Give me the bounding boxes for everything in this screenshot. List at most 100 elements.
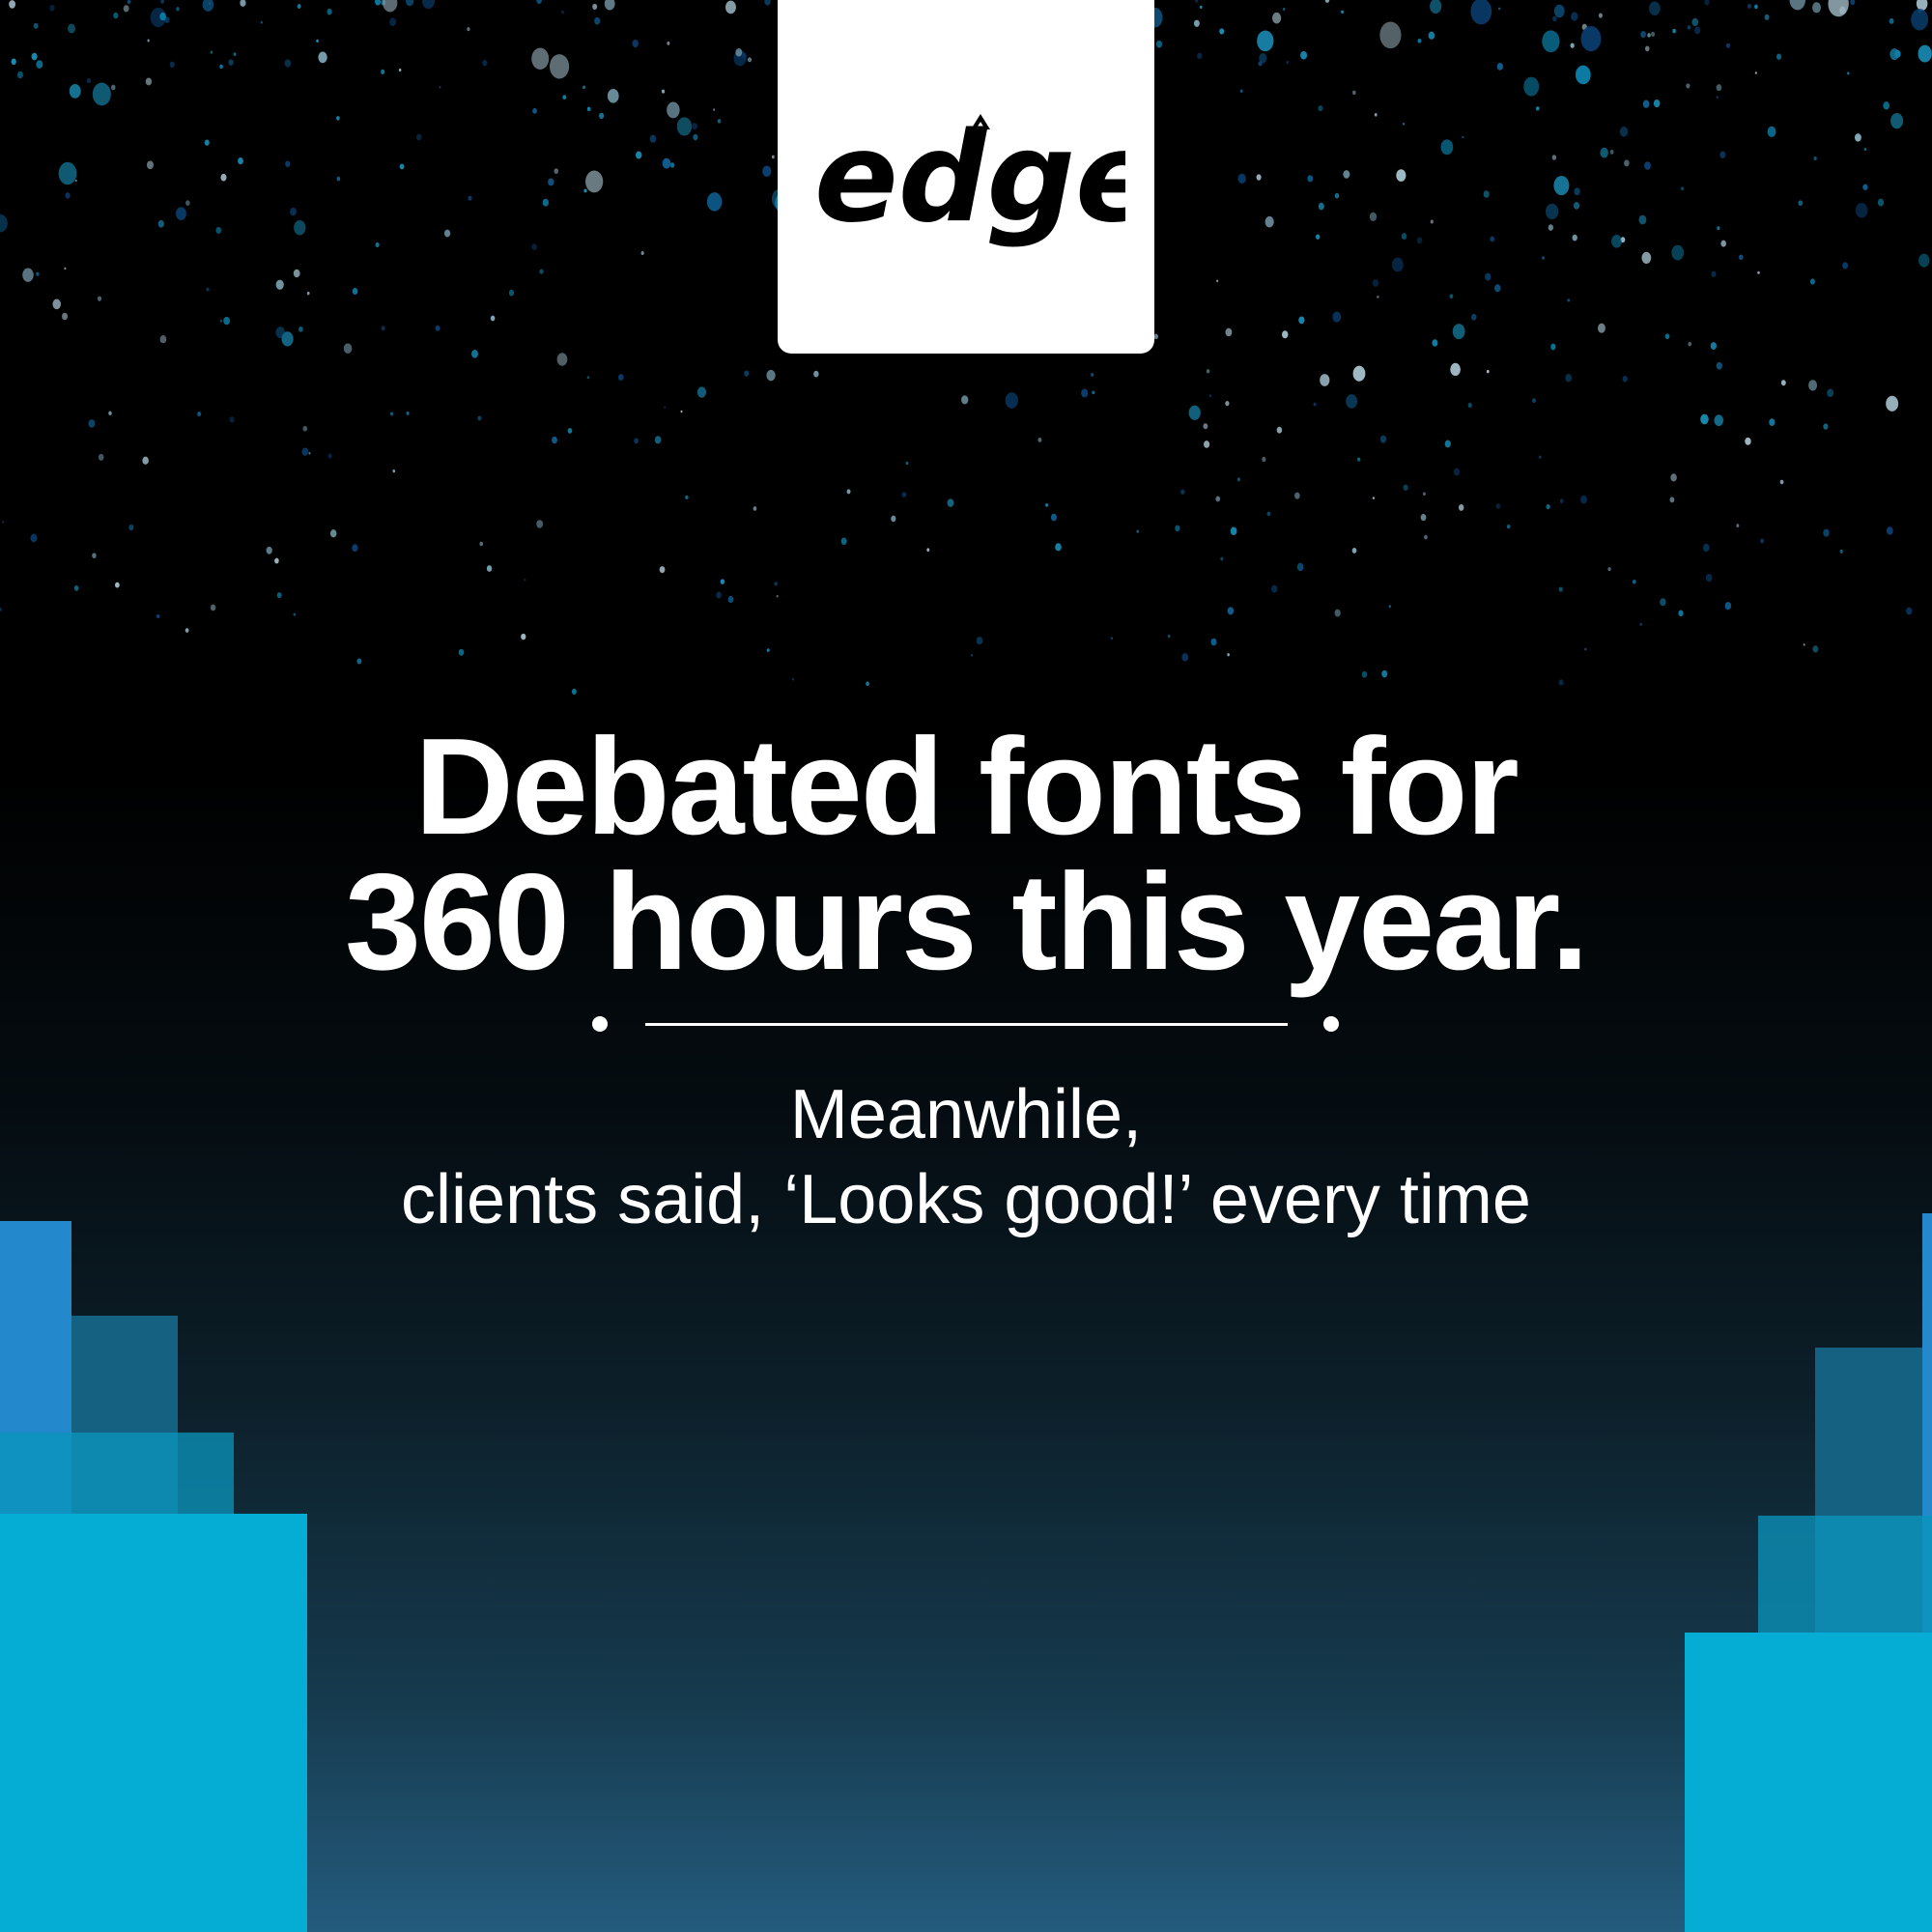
particle xyxy=(1767,126,1776,137)
particle xyxy=(435,325,440,331)
particle xyxy=(145,77,153,86)
particle xyxy=(392,469,396,473)
particle xyxy=(744,370,750,377)
particle xyxy=(766,648,770,652)
particle xyxy=(1352,365,1366,382)
particle xyxy=(1714,414,1724,427)
particle xyxy=(128,524,134,531)
particle xyxy=(640,251,644,256)
particle xyxy=(1691,17,1699,27)
particle xyxy=(318,51,327,64)
particle xyxy=(567,428,573,434)
particle xyxy=(1640,31,1646,39)
particle xyxy=(1485,272,1492,281)
particle xyxy=(176,207,186,220)
particle xyxy=(206,287,210,292)
particle xyxy=(1553,176,1570,196)
particle xyxy=(1379,21,1402,49)
particle xyxy=(443,229,451,238)
particle xyxy=(1197,52,1203,60)
divider-dot-right xyxy=(1323,1016,1339,1032)
particle xyxy=(146,160,154,170)
particle xyxy=(1381,669,1388,678)
particle xyxy=(1552,15,1557,22)
particle xyxy=(1497,7,1501,11)
particle xyxy=(92,553,97,558)
particle xyxy=(618,374,624,382)
particle xyxy=(1444,440,1451,448)
particle xyxy=(1565,374,1573,383)
particle xyxy=(229,416,235,423)
particle xyxy=(215,226,222,234)
particle xyxy=(1847,71,1850,75)
particle xyxy=(1886,395,1899,412)
particle xyxy=(1225,400,1230,407)
particle xyxy=(720,579,725,584)
particle xyxy=(1754,71,1757,74)
particle xyxy=(947,498,954,507)
particle xyxy=(1225,327,1233,337)
particle xyxy=(1313,402,1317,407)
particle xyxy=(1649,1,1661,16)
particle xyxy=(74,179,77,183)
particle xyxy=(1754,4,1758,10)
particle xyxy=(1470,0,1492,25)
particle xyxy=(1704,0,1710,6)
particle xyxy=(664,406,667,409)
particle xyxy=(352,287,358,296)
particle xyxy=(1918,253,1930,268)
particle xyxy=(9,0,16,9)
particle xyxy=(352,544,358,553)
subtext-line-2: clients said, ‘Looks good!’ every time xyxy=(401,1161,1531,1238)
particle xyxy=(336,176,341,182)
particle xyxy=(285,160,291,167)
particle xyxy=(1351,548,1357,554)
particle xyxy=(1757,270,1760,274)
particle xyxy=(1220,556,1224,561)
particle xyxy=(69,83,81,99)
particle xyxy=(1600,147,1608,158)
particle xyxy=(1764,14,1770,20)
particle xyxy=(293,269,300,278)
particle xyxy=(1298,316,1305,325)
logo: edge xyxy=(778,0,1154,354)
particle xyxy=(110,84,116,91)
particle xyxy=(1210,638,1217,646)
particle xyxy=(1490,236,1495,242)
particle xyxy=(1769,418,1776,426)
particle xyxy=(1546,503,1550,510)
particle xyxy=(1450,362,1461,377)
particle xyxy=(1458,503,1464,511)
particle xyxy=(1428,31,1435,40)
particle xyxy=(1494,284,1501,293)
particle xyxy=(661,89,666,94)
particle xyxy=(1523,76,1540,97)
particle xyxy=(866,681,869,687)
particle xyxy=(31,52,38,61)
particle xyxy=(1391,257,1404,272)
particle xyxy=(1193,19,1200,27)
particle xyxy=(1546,203,1559,220)
particle xyxy=(157,219,164,228)
particle xyxy=(97,296,102,301)
particle xyxy=(1779,479,1784,485)
particle xyxy=(1300,50,1308,60)
particle xyxy=(0,214,8,233)
particle xyxy=(290,207,297,216)
particle xyxy=(210,50,213,54)
particle xyxy=(147,39,150,43)
headline-line-1: Debated fonts for xyxy=(414,710,1519,864)
particle xyxy=(791,677,795,681)
particle xyxy=(1812,2,1822,14)
particle xyxy=(1678,610,1684,617)
particle xyxy=(1823,423,1829,430)
particle xyxy=(36,271,40,276)
particle xyxy=(73,585,79,591)
particle xyxy=(607,89,619,103)
particle xyxy=(748,57,753,63)
particle xyxy=(901,492,907,497)
particle xyxy=(1894,49,1901,58)
particle xyxy=(1045,502,1049,507)
particle xyxy=(1716,96,1719,99)
particle xyxy=(1318,105,1323,112)
